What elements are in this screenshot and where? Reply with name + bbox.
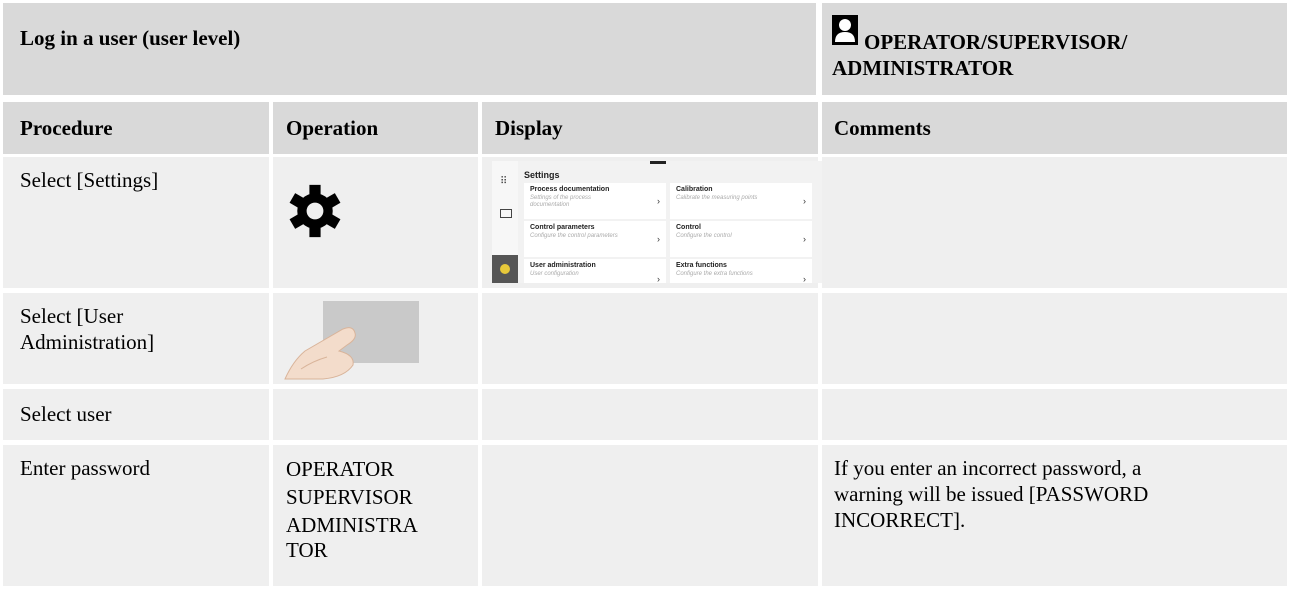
chevron-right-icon: › (803, 196, 806, 206)
role-cell: OPERATOR/SUPERVISOR/ ADMINISTRATOR (822, 3, 1287, 95)
procedure-text: Select [User Administration] (20, 304, 155, 354)
password-administrator: ADMINISTRA (286, 513, 418, 537)
finger-tap-icon (284, 301, 419, 380)
top-handle (650, 161, 666, 164)
card-subtitle: Calibrate the measuring points (676, 195, 758, 201)
password-supervisor: SUPERVISOR (286, 485, 413, 509)
card-extra-functions: Extra functions Configure the extra func… (670, 259, 812, 283)
table-row-4-procedure: Enter password (3, 445, 269, 586)
role-line-2: ADMINISTRATOR (832, 56, 1014, 80)
table-row-3-comment (822, 389, 1287, 440)
header-operation-label: Operation (286, 116, 379, 140)
card-subtitle: User configuration (530, 271, 579, 277)
settings-gear-icon (500, 264, 510, 274)
table-row-2-procedure: Select [User Administration] (3, 293, 269, 384)
header-operation: Operation (273, 102, 478, 154)
table-row-4-operation: OPERATOR SUPERVISOR ADMINISTRA TOR (273, 445, 478, 586)
chevron-right-icon: › (803, 234, 806, 244)
card-subtitle: Configure the control parameters (530, 233, 618, 239)
header-comments-label: Comments (834, 116, 931, 140)
card-process-documentation: Process documentation Settings of the pr… (524, 183, 666, 219)
card-control-parameters: Control parameters Configure the control… (524, 221, 666, 257)
user-icon (832, 15, 858, 45)
card-title: Control parameters (530, 224, 595, 231)
settings-screen-thumbnail: ⠿ Settings Process documentation Setting… (492, 161, 822, 283)
header-display: Display (482, 102, 818, 154)
table-row-4-display (482, 445, 818, 586)
chevron-right-icon: › (803, 274, 806, 283)
table-row-1-comment (822, 157, 1287, 288)
table-row-2-comment (822, 293, 1287, 384)
card-control: Control Configure the control › (670, 221, 812, 257)
card-title: Extra functions (676, 262, 727, 269)
grid-icon: ⠿ (500, 176, 508, 187)
title-cell: Log in a user (user level) (3, 3, 816, 95)
page-title: Log in a user (user level) (20, 26, 241, 50)
table-row-2-display (482, 293, 818, 384)
card-subtitle: Settings of the process documentation (530, 195, 592, 208)
table-row-3-display (482, 389, 818, 440)
card-subtitle: Configure the control (676, 233, 732, 239)
card-calibration: Calibration Calibrate the measuring poin… (670, 183, 812, 219)
procedure-text: Enter password (20, 456, 151, 480)
table-row-1-operation (273, 157, 478, 288)
table-row-2-operation (273, 293, 478, 384)
header-procedure-label: Procedure (20, 116, 113, 140)
screen-title: Settings (524, 170, 560, 180)
header-display-label: Display (495, 116, 563, 140)
table-row-4-comment: If you enter an incorrect password, a wa… (822, 445, 1287, 586)
card-subtitle: Configure the extra functions (676, 271, 753, 277)
chevron-right-icon: › (657, 274, 660, 283)
card-title: User administration (530, 262, 596, 269)
password-administrator-continued: TOR (286, 538, 328, 562)
card-title: Calibration (676, 186, 713, 193)
role-line-1: OPERATOR/SUPERVISOR/ (864, 30, 1128, 54)
table-row-1-display: ⠿ Settings Process documentation Setting… (482, 157, 822, 288)
chevron-right-icon: › (657, 234, 660, 244)
card-title: Control (676, 224, 701, 231)
header-comments: Comments (822, 102, 1287, 154)
header-procedure: Procedure (3, 102, 269, 154)
card-user-administration: User administration User configuration › (524, 259, 666, 283)
table-row-3-procedure: Select user (3, 389, 269, 440)
gear-icon (289, 184, 341, 238)
procedure-text: Select [Settings] (20, 168, 159, 192)
table-row-1-procedure: Select [Settings] (3, 157, 269, 288)
table-row-3-operation (273, 389, 478, 440)
password-operator: OPERATOR (286, 457, 395, 481)
comment-text: If you enter an incorrect password, a wa… (834, 456, 1149, 532)
card-title: Process documentation (530, 186, 610, 193)
chart-icon (500, 209, 512, 218)
chevron-right-icon: › (657, 196, 660, 206)
password-list: OPERATOR SUPERVISOR ADMINISTRA TOR (286, 455, 418, 561)
procedure-text: Select user (20, 402, 112, 426)
